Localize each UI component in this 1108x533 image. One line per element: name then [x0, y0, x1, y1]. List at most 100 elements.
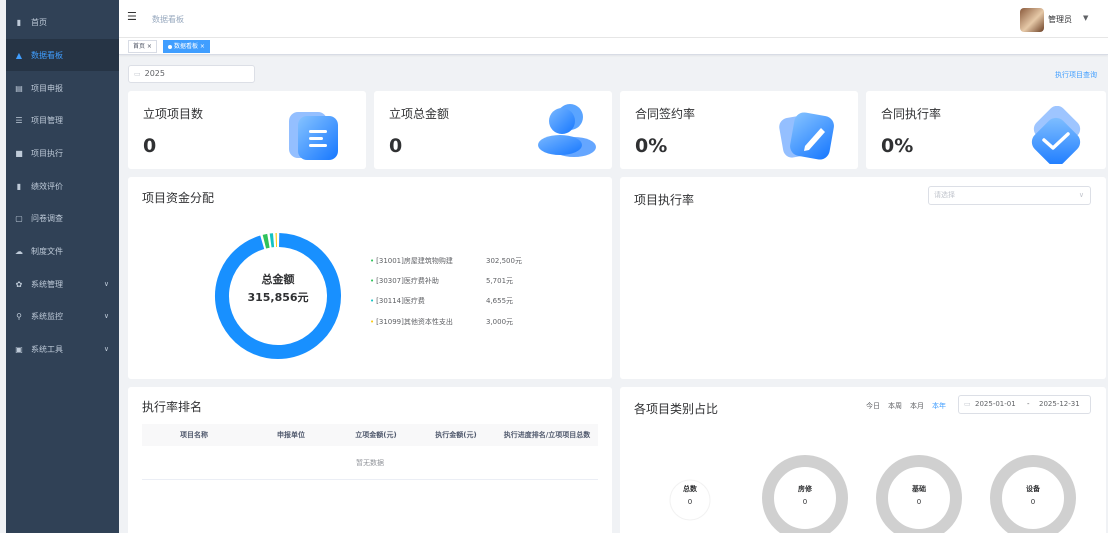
ring-value-total: 0 [687, 498, 693, 506]
sidebar-item-system-tools[interactable]: ▣ 系统工具 ∨ [6, 333, 119, 365]
legend-item: • [31099]其他资本性支出 [370, 317, 453, 327]
ring-value-basic: 0 [916, 498, 922, 506]
panel-title: 项目执行率 [634, 193, 695, 207]
quick-month[interactable]: 本月 [910, 401, 924, 411]
year-value: 2025 [144, 69, 165, 78]
panel-title: 各项目类别占比 [634, 402, 719, 416]
legend-dot-icon: • [370, 277, 375, 285]
stat-value: 0 [389, 135, 403, 157]
sidebar-item-label: 制度文件 [31, 246, 63, 256]
panel-title: 项目资金分配 [142, 191, 215, 205]
sidebar-item-system-monitor[interactable]: ⚲ 系统监控 ∨ [6, 300, 119, 332]
ring-value-equipment: 0 [1030, 498, 1036, 506]
sidebar-item-project-apply[interactable]: ▤ 项目申报 [6, 72, 119, 104]
sidebar-item-label: 问卷调查 [31, 213, 63, 223]
fund-distribution-panel: 项目资金分配 总金额 315,856元 • [31001]房屋建筑物购建 302,… [128, 177, 612, 379]
stat-card-project-count: 立项项目数 0 [128, 91, 366, 169]
document-icon: ▤ [15, 83, 23, 93]
ring-value-repair: 0 [802, 498, 808, 506]
legend-dot-icon: • [370, 318, 375, 326]
column-header[interactable]: 申报单位 [246, 424, 336, 446]
user-3d-icon [538, 104, 596, 157]
edit-3d-icon [779, 112, 834, 160]
legend-name: [30307]医疗费补助 [376, 277, 439, 285]
list-icon: ☰ [15, 115, 23, 125]
legend-amount: 5,701元 [486, 277, 514, 285]
stat-title: 立项总金额 [389, 107, 450, 121]
sidebar-item-label: 项目管理 [31, 115, 63, 125]
quick-year[interactable]: 本年 [932, 401, 946, 411]
legend-amount: 302,500元 [486, 257, 522, 265]
column-header[interactable]: 执行进度排名/立项项目总数 [496, 424, 598, 446]
legend-dot-icon: • [370, 257, 375, 265]
legend-name: [31099]其他资本性支出 [376, 318, 453, 326]
stat-value: 0% [635, 135, 668, 157]
sidebar-item-data-board[interactable]: ▲ 数据看板 [6, 39, 119, 71]
stat-title: 合同签约率 [635, 107, 696, 121]
chart-icon: ▲ [15, 50, 23, 60]
sidebar-item-label: 系统工具 [31, 344, 63, 354]
sidebar-item-label: 绩效评价 [31, 181, 63, 191]
sidebar-item-label: 项目申报 [31, 83, 63, 93]
quick-week[interactable]: 本周 [888, 401, 902, 411]
sidebar-item-label: 系统管理 [31, 279, 63, 289]
sidebar-item-survey[interactable]: ▢ 问卷调查 [6, 202, 119, 234]
cloud-icon: ☁ [15, 246, 23, 256]
square-icon: ■ [15, 148, 23, 158]
legend-dot-icon: • [370, 297, 375, 305]
empty-text: 暂无数据 [142, 446, 598, 480]
sidebar-item-project-manage[interactable]: ☰ 项目管理 [6, 104, 119, 136]
sidebar-item-policy-docs[interactable]: ☁ 制度文件 [6, 235, 119, 267]
document-3d-icon [289, 112, 338, 160]
gear-icon: ✿ [15, 279, 23, 289]
donut-center-label: 总金额 [261, 273, 295, 286]
survey-icon: ▢ [15, 213, 23, 223]
sidebar-item-project-exec[interactable]: ■ 项目执行 [6, 137, 119, 169]
caret-down-icon[interactable]: ▼ [1083, 14, 1088, 22]
tag-home[interactable]: 首页 × [128, 40, 157, 53]
breadcrumb[interactable]: 数据看板 [152, 14, 184, 25]
stat-title: 立项项目数 [143, 107, 204, 121]
column-header[interactable]: 项目名称 [142, 424, 246, 446]
legend-amount: 4,655元 [486, 297, 514, 305]
stat-value: 0 [143, 135, 157, 157]
column-header[interactable]: 立项金额(元) [336, 424, 416, 446]
project-select[interactable]: 请选择 ∨ [928, 186, 1091, 205]
stat-value: 0% [881, 135, 914, 157]
dashboard-icon: ▮ [16, 17, 22, 27]
column-header[interactable]: 执行金额(元) [416, 424, 496, 446]
date-range-picker[interactable]: ▭ 2025-01-01 - 2025-12-31 [958, 395, 1091, 414]
chevron-down-icon: ∨ [103, 280, 109, 288]
calendar-icon: ▭ [964, 400, 971, 408]
ring-label-repair: 房修 [798, 485, 812, 493]
sidebar-item-system-manage[interactable]: ✿ 系统管理 ∨ [6, 268, 119, 300]
hamburger-icon[interactable]: ☰ [127, 11, 138, 22]
legend-item: • [30114]医疗费 [370, 296, 425, 306]
chevron-down-icon: ∨ [103, 312, 109, 320]
ring-label-total: 总数 [683, 485, 697, 493]
stat-card-contract-sign-rate: 合同签约率 0% [620, 91, 858, 169]
range-start: 2025-01-01 [975, 400, 1016, 408]
donut-center-value: 315,856元 [247, 291, 309, 304]
year-picker[interactable]: ▭ 2025 [128, 65, 255, 83]
sidebar-item-label: 首页 [31, 17, 47, 27]
avatar[interactable] [1020, 8, 1044, 32]
quick-today[interactable]: 今日 [866, 401, 880, 411]
check-3d-icon [1031, 106, 1081, 164]
legend-name: [30114]医疗费 [376, 297, 425, 305]
panel-title: 执行率排名 [142, 400, 203, 414]
stat-card-project-amount: 立项总金额 0 [374, 91, 612, 169]
donut-slice-1[interactable] [262, 233, 270, 249]
tag-label: 数据看板 × [174, 43, 205, 50]
legend-amount: 3,000元 [486, 318, 514, 326]
tag-data-board[interactable]: 数据看板 × [163, 40, 210, 53]
sidebar: ▮ 首页 ▲ 数据看板 ▤ 项目申报 ☰ 项目管理 ■ 项目执行 ▮ 绩效评价 … [6, 0, 119, 533]
sidebar-item-performance[interactable]: ▮ 绩效评价 [6, 170, 119, 202]
tags-view: 首页 × 数据看板 × [119, 38, 1108, 55]
sidebar-item-home[interactable]: ▮ 首页 [6, 6, 119, 38]
exec-project-query-link[interactable]: 执行项目查询 [1055, 70, 1097, 80]
ranking-table-header: 项目名称 申报单位 立项金额(元) 执行金额(元) 执行进度排名/立项项目总数 [142, 424, 598, 446]
chevron-down-icon: ∨ [1078, 191, 1084, 199]
username[interactable]: 管理员 [1048, 14, 1072, 25]
exec-rate-panel: 项目执行率 [620, 177, 1106, 379]
